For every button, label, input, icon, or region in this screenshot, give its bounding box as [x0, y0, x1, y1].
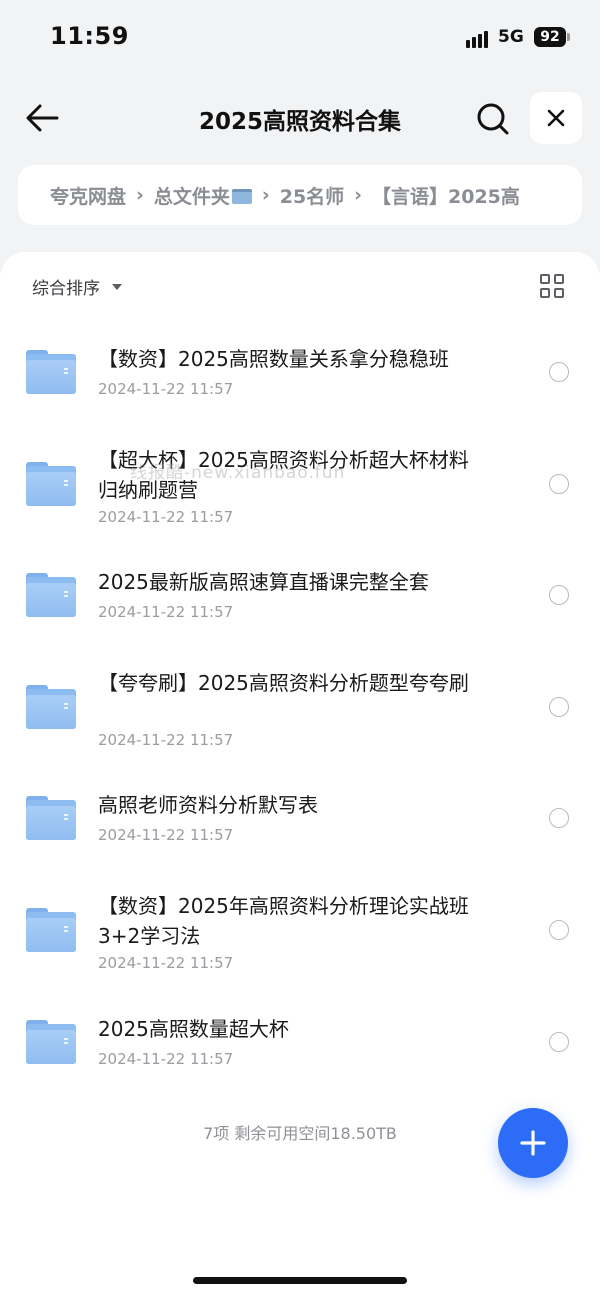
folder-icon	[26, 796, 76, 841]
sort-dropdown[interactable]: 综合排序	[32, 274, 122, 299]
signal-icon	[466, 28, 492, 48]
folder-icon	[26, 461, 76, 506]
file-list: 【数资】2025高照数量关系拿分稳稳班 2024-11-22 11:57 【超大…	[0, 324, 600, 1105]
folder-icon	[26, 907, 76, 952]
select-checkbox[interactable]	[549, 473, 569, 494]
header: 2025高照资料合集	[0, 88, 600, 150]
file-name: 高照老师资料分析默写表	[98, 793, 318, 818]
file-name: 2025高照数量超大杯	[98, 1016, 289, 1041]
file-name: 【超大杯】2025高照资料分析超大杯材料归纳刷题营	[98, 447, 469, 502]
file-date: 2024-11-22 11:57	[98, 826, 234, 845]
list-item[interactable]: 【夸夸刷】2025高照资料分析题型夸夸刷 2024-11-22 11:57	[0, 659, 600, 771]
select-checkbox[interactable]	[549, 362, 569, 382]
select-checkbox[interactable]	[549, 696, 569, 717]
select-checkbox[interactable]	[549, 808, 569, 829]
home-indicator	[193, 1277, 407, 1284]
select-checkbox[interactable]	[549, 1031, 569, 1052]
list-item[interactable]: 【超大杯】2025高照资料分析超大杯材料归纳刷题营 2024-11-22 11:…	[0, 436, 600, 548]
close-icon	[547, 109, 565, 127]
folder-icon	[26, 573, 76, 618]
status-time: 11:59	[50, 22, 129, 50]
battery-tip	[567, 33, 570, 41]
search-button[interactable]	[472, 98, 514, 140]
list-item[interactable]: 【数资】2025高照数量关系拿分稳稳班 2024-11-22 11:57	[0, 324, 600, 436]
folder-icon	[26, 1019, 76, 1064]
select-checkbox[interactable]	[549, 919, 569, 940]
file-panel: 综合排序 【数资】2025高照数量关系拿分稳稳班 2024-11-22 11:5…	[0, 252, 600, 1298]
file-date: 2024-11-22 11:57	[98, 730, 234, 749]
list-item[interactable]: 2025最新版高照速算直播课完整全套 2024-11-22 11:57	[0, 547, 600, 659]
status-bar: 11:59 5G 92	[0, 0, 600, 76]
chevron-right-icon: ›	[354, 184, 363, 206]
close-button[interactable]	[530, 92, 582, 144]
list-item[interactable]: 2025高照数量超大杯 2024-11-22 11:57	[0, 994, 600, 1106]
breadcrumb-item-current[interactable]: 【言语】2025高	[372, 182, 520, 209]
file-name: 2025最新版高照速算直播课完整全套	[98, 570, 429, 595]
network-label: 5G	[498, 27, 524, 47]
add-button[interactable]	[498, 1108, 568, 1178]
chevron-right-icon: ›	[136, 184, 144, 206]
breadcrumb: 夸克网盘 › 总文件夹 › 25名师 › 【言语】2025高	[18, 165, 582, 225]
file-date: 2024-11-22 11:57	[98, 507, 234, 526]
list-item[interactable]: 【数资】2025年高照资料分析理论实战班3+2学习法 2024-11-22 11…	[0, 882, 600, 994]
folder-icon	[26, 350, 76, 394]
breadcrumb-item-label: 总文件夹	[153, 185, 230, 208]
breadcrumb-item-folder[interactable]: 总文件夹	[154, 182, 252, 209]
breadcrumb-item-root[interactable]: 夸克网盘	[50, 182, 126, 209]
grid-view-icon	[540, 274, 550, 284]
chevron-right-icon: ›	[261, 184, 270, 206]
grid-view-button[interactable]	[538, 272, 566, 300]
caret-down-icon	[112, 283, 122, 290]
file-date: 2024-11-22 11:57	[98, 1049, 234, 1068]
sort-label: 综合排序	[32, 279, 100, 299]
file-name: 【数资】2025年高照资料分析理论实战班3+2学习法	[98, 893, 469, 948]
file-date: 2024-11-22 11:57	[98, 603, 234, 622]
battery-icon: 92	[534, 27, 566, 47]
list-item[interactable]: 高照老师资料分析默写表 2024-11-22 11:57	[0, 770, 600, 882]
file-date: 2024-11-22 11:57	[98, 380, 234, 398]
file-name: 【数资】2025高照数量关系拿分稳稳班	[98, 347, 449, 371]
folder-icon	[26, 684, 76, 729]
folder-icon	[231, 188, 252, 204]
breadcrumb-item-teachers[interactable]: 25名师	[280, 182, 344, 209]
file-name: 【夸夸刷】2025高照资料分析题型夸夸刷	[98, 670, 469, 695]
search-icon	[477, 103, 509, 135]
file-date: 2024-11-22 11:57	[98, 953, 234, 972]
select-checkbox[interactable]	[549, 585, 569, 606]
plus-icon	[520, 1130, 546, 1156]
